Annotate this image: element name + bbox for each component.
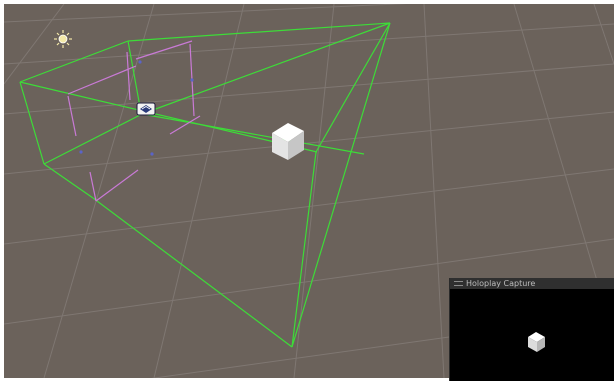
grip-icon[interactable] [454,281,463,286]
capture-window-title: Holoplay Capture [466,279,536,288]
cube-object[interactable] [272,123,304,160]
capture-preview [528,332,545,352]
capture-window-header[interactable]: Holoplay Capture [450,278,614,289]
holoplay-capture-window[interactable]: Holoplay Capture [449,278,614,381]
cube-preview-icon [528,332,545,352]
camera-frustum[interactable] [19,22,391,348]
holoplay-camera-icon[interactable] [136,102,156,116]
sun-icon[interactable] [54,30,72,48]
